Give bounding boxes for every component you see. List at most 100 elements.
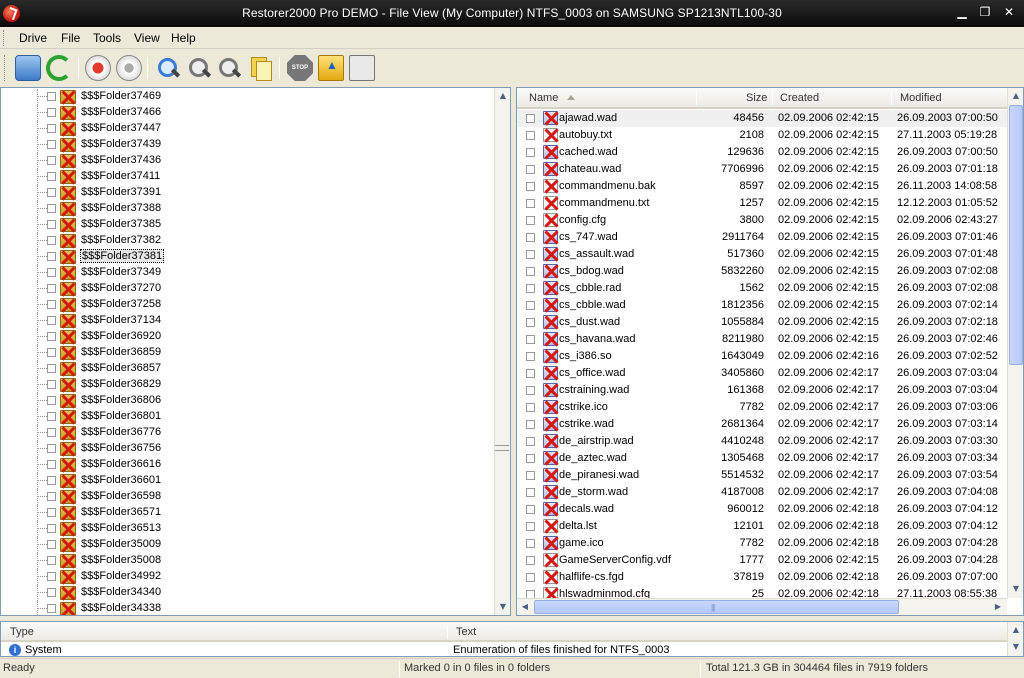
file-checkbox[interactable] [526, 386, 535, 395]
file-checkbox[interactable] [526, 165, 535, 174]
scroll-down-arrow-icon[interactable]: ▼ [495, 599, 510, 615]
column-separator[interactable] [696, 91, 697, 105]
column-separator[interactable] [772, 91, 773, 105]
menu-view[interactable]: View [134, 31, 160, 45]
tree-checkbox[interactable] [47, 524, 56, 533]
tree-checkbox[interactable] [47, 396, 56, 405]
tree-checkbox[interactable] [47, 332, 56, 341]
file-row[interactable]: cstrike.ico 7782 02.09.2006 02:42:17 26.09.… [517, 399, 1007, 416]
tree-checkbox[interactable] [47, 92, 56, 101]
file-row[interactable]: commandmenu.bak 8597 02.09.2006 02:42:15 26… [517, 178, 1007, 195]
toolbar-grip[interactable] [4, 55, 7, 81]
tree-checkbox[interactable] [47, 156, 56, 165]
menu-drive[interactable]: Drive [19, 31, 47, 45]
tree-checkbox[interactable] [47, 380, 56, 389]
file-checkbox[interactable] [526, 131, 535, 140]
properties-icon[interactable] [349, 55, 375, 81]
tree-item[interactable]: $$$Folder36571 [1, 505, 495, 521]
file-row[interactable]: cs_i386.so 1643049 02.09.2006 02:42:16 26.0… [517, 348, 1007, 365]
refresh-icon[interactable] [46, 55, 72, 81]
file-row[interactable]: game.ico 7782 02.09.2006 02:42:18 26.09.200… [517, 535, 1007, 552]
menu-tools[interactable]: Tools [93, 31, 121, 45]
column-separator[interactable] [891, 91, 892, 105]
close-button[interactable]: ✕ [999, 4, 1019, 22]
file-row[interactable]: cs_assault.wad 517360 02.09.2006 02:42:15 2… [517, 246, 1007, 263]
tree-checkbox[interactable] [47, 444, 56, 453]
file-row[interactable]: de_airstrip.wad 4410248 02.09.2006 02:42:1… [517, 433, 1007, 450]
maximize-button[interactable]: ❐ [975, 4, 995, 22]
file-row[interactable]: halflife-cs.fgd 37819 02.09.2006 02:42:18 2… [517, 569, 1007, 586]
file-row[interactable]: delta.lst 12101 02.09.2006 02:42:18 26.09.2… [517, 518, 1007, 535]
tree-checkbox[interactable] [47, 348, 56, 357]
tree-checkbox[interactable] [47, 364, 56, 373]
file-checkbox[interactable] [526, 420, 535, 429]
tree-item[interactable]: $$$Folder36776 [1, 425, 495, 441]
tree-item[interactable]: $$$Folder37388 [1, 201, 495, 217]
file-checkbox[interactable] [526, 369, 535, 378]
tree-item[interactable]: $$$Folder36756 [1, 441, 495, 457]
tree-item[interactable]: $$$Folder37447 [1, 121, 495, 137]
file-row[interactable]: GameServerConfig.vdf 1777 02.09.2006 02:42… [517, 552, 1007, 569]
file-row[interactable]: cached.wad 129636 02.09.2006 02:42:15 26.09… [517, 144, 1007, 161]
file-checkbox[interactable] [526, 505, 535, 514]
column-header-created[interactable]: Created [780, 92, 819, 104]
file-checkbox[interactable] [526, 454, 535, 463]
tree-item[interactable]: $$$Folder37349 [1, 265, 495, 281]
column-header-size[interactable]: Size [746, 92, 767, 104]
tree-vscrollbar[interactable]: ▲ ▼ [494, 88, 510, 615]
drive-icon[interactable] [15, 55, 41, 81]
tree-item[interactable]: $$$Folder37381 [1, 249, 495, 265]
tree-checkbox[interactable] [47, 236, 56, 245]
scroll-left-arrow-icon[interactable]: ◀ [517, 599, 533, 615]
file-checkbox[interactable] [526, 267, 535, 276]
file-checkbox[interactable] [526, 539, 535, 548]
tree-checkbox[interactable] [47, 604, 56, 613]
scroll-up-arrow-icon[interactable]: ▲ [1008, 88, 1023, 104]
tree-checkbox[interactable] [47, 108, 56, 117]
tree-item[interactable]: $$$Folder36806 [1, 393, 495, 409]
tree-item[interactable]: $$$Folder37391 [1, 185, 495, 201]
file-row[interactable]: cs_havana.wad 8211980 02.09.2006 02:42:15 2… [517, 331, 1007, 348]
file-row[interactable]: cstraining.wad 161368 02.09.2006 02:42:17 2… [517, 382, 1007, 399]
log-panel[interactable]: Type Text i System Enumeration of files … [0, 621, 1024, 657]
list-vscroll-thumb[interactable] [1009, 105, 1023, 365]
file-row[interactable]: chateau.wad 7706996 02.09.2006 02:42:15 26.… [517, 161, 1007, 178]
scroll-right-arrow-icon[interactable]: ▶ [990, 599, 1006, 615]
tree-item[interactable]: $$$Folder36513 [1, 521, 495, 537]
tree-checkbox[interactable] [47, 572, 56, 581]
menubar-grip[interactable] [3, 30, 6, 46]
file-row[interactable]: decals.wad 960012 02.09.2006 02:42:18 26.09… [517, 501, 1007, 518]
file-row[interactable]: de_piranesi.wad 5514532 02.09.2006 02:42:1… [517, 467, 1007, 484]
file-checkbox[interactable] [526, 522, 535, 531]
tree-item[interactable]: $$$Folder37385 [1, 217, 495, 233]
list-vscrollbar[interactable]: ▲ ▼ [1007, 88, 1023, 598]
file-checkbox[interactable] [526, 284, 535, 293]
tree-checkbox[interactable] [47, 540, 56, 549]
tree-checkbox[interactable] [47, 124, 56, 133]
file-checkbox[interactable] [526, 148, 535, 157]
tree-checkbox[interactable] [47, 588, 56, 597]
tree-checkbox[interactable] [47, 268, 56, 277]
file-row[interactable]: autobuy.txt 2108 02.09.2006 02:42:15 27.11.… [517, 127, 1007, 144]
menu-file[interactable]: File [61, 31, 80, 45]
tree-checkbox[interactable] [47, 284, 56, 293]
file-row[interactable]: commandmenu.txt 1257 02.09.2006 02:42:15 12… [517, 195, 1007, 212]
column-separator[interactable] [447, 625, 448, 639]
tree-item[interactable]: $$$Folder37439 [1, 137, 495, 153]
tree-checkbox[interactable] [47, 252, 56, 261]
tree-item[interactable]: $$$Folder37270 [1, 281, 495, 297]
find-files-icon[interactable] [216, 55, 242, 81]
scroll-up-arrow-icon[interactable]: ▲ [1008, 622, 1023, 639]
splitter-grip[interactable] [495, 445, 509, 451]
tree-checkbox[interactable] [47, 220, 56, 229]
copy-icon[interactable] [248, 55, 274, 81]
tree-item[interactable]: $$$Folder36616 [1, 457, 495, 473]
file-checkbox[interactable] [526, 199, 535, 208]
scroll-up-arrow-icon[interactable]: ▲ [495, 88, 510, 104]
file-checkbox[interactable] [526, 182, 535, 191]
tree-checkbox[interactable] [47, 188, 56, 197]
mark-icon[interactable] [85, 55, 111, 81]
tree-item[interactable]: $$$Folder37258 [1, 297, 495, 313]
tree-checkbox[interactable] [47, 316, 56, 325]
tree-checkbox[interactable] [47, 492, 56, 501]
